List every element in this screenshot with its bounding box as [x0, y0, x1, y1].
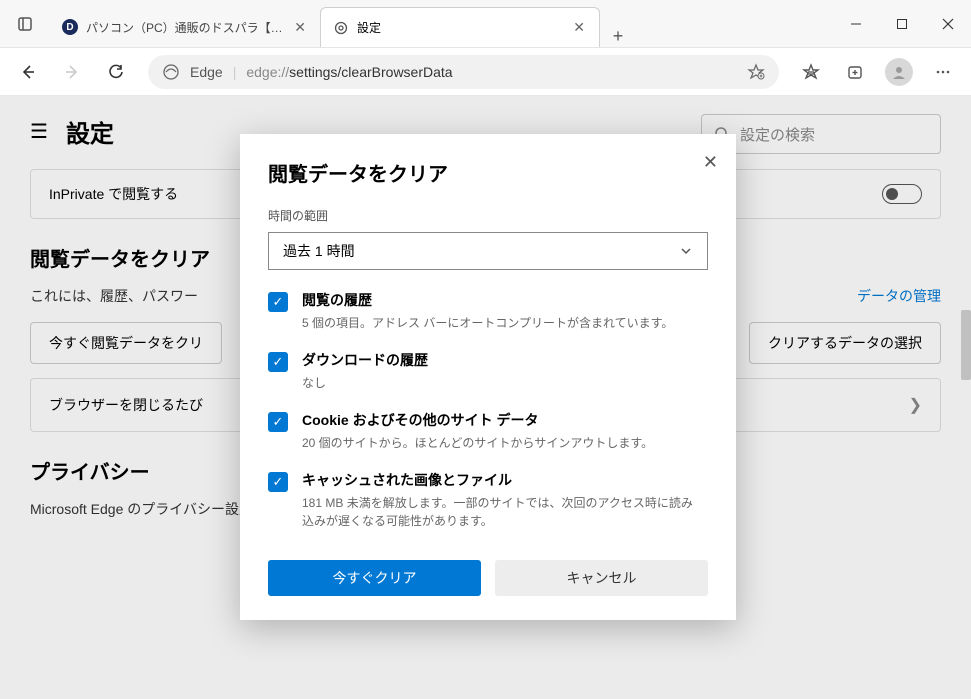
- dialog-title: 閲覧データをクリア: [268, 158, 708, 187]
- close-window-button[interactable]: [925, 0, 971, 47]
- collections-button[interactable]: [835, 54, 875, 90]
- time-range-select[interactable]: 過去 1 時間: [268, 232, 708, 270]
- toolbar: Edge | edge://settings/clearBrowserData: [0, 48, 971, 96]
- refresh-button[interactable]: [96, 54, 136, 90]
- checkbox-checked-icon[interactable]: ✓: [268, 412, 288, 432]
- profile-button[interactable]: [879, 54, 919, 90]
- check-browsing-history[interactable]: ✓ 閲覧の履歴 5 個の項目。アドレス バーにオートコンプリートが含まれています…: [268, 290, 698, 332]
- minimize-button[interactable]: [833, 0, 879, 47]
- menu-button[interactable]: [923, 54, 963, 90]
- tab-title: パソコン（PC）通販のドスパラ【公式: [86, 19, 284, 36]
- clear-now-button[interactable]: 今すぐクリア: [268, 560, 481, 596]
- addr-url: edge://settings/clearBrowserData: [246, 64, 452, 80]
- range-label: 時間の範囲: [268, 207, 708, 224]
- edge-icon: [162, 63, 180, 81]
- checkbox-checked-icon[interactable]: ✓: [268, 292, 288, 312]
- new-tab-button[interactable]: +: [600, 26, 636, 47]
- titlebar: D パソコン（PC）通販のドスパラ【公式 ✕ 設定 ✕ +: [0, 0, 971, 48]
- data-type-list: ✓ 閲覧の履歴 5 個の項目。アドレス バーにオートコンプリートが含まれています…: [268, 290, 708, 548]
- gear-icon: [333, 20, 349, 36]
- checkbox-checked-icon[interactable]: ✓: [268, 472, 288, 492]
- maximize-button[interactable]: [879, 0, 925, 47]
- cancel-button[interactable]: キャンセル: [495, 560, 708, 596]
- favorites-button[interactable]: [791, 54, 831, 90]
- check-cookies[interactable]: ✓ Cookie およびその他のサイト データ 20 個のサイトから。ほとんどの…: [268, 410, 698, 452]
- back-button[interactable]: [8, 54, 48, 90]
- chevron-down-icon: [679, 244, 693, 258]
- site-icon: D: [62, 19, 78, 35]
- close-icon[interactable]: ✕: [571, 17, 587, 38]
- tab-settings[interactable]: 設定 ✕: [320, 7, 600, 47]
- tab-title: 設定: [357, 19, 563, 36]
- address-bar[interactable]: Edge | edge://settings/clearBrowserData: [148, 55, 779, 89]
- forward-button: [52, 54, 92, 90]
- favorite-icon[interactable]: [747, 63, 765, 81]
- tab-dospara[interactable]: D パソコン（PC）通販のドスパラ【公式 ✕: [50, 7, 320, 47]
- dialog-close-button[interactable]: ✕: [703, 152, 718, 173]
- close-icon[interactable]: ✕: [292, 17, 308, 38]
- check-cache[interactable]: ✓ キャッシュされた画像とファイル 181 MB 未満を解放します。一部のサイト…: [268, 470, 698, 530]
- clear-data-dialog: ✕ 閲覧データをクリア 時間の範囲 過去 1 時間 ✓ 閲覧の履歴 5 個の項目…: [240, 134, 736, 620]
- tab-actions-icon[interactable]: [8, 7, 42, 41]
- checkbox-checked-icon[interactable]: ✓: [268, 352, 288, 372]
- check-download-history[interactable]: ✓ ダウンロードの履歴 なし: [268, 350, 698, 392]
- scrollbar-thumb[interactable]: [961, 310, 971, 380]
- addr-prefix: Edge: [190, 64, 223, 80]
- avatar: [885, 58, 913, 86]
